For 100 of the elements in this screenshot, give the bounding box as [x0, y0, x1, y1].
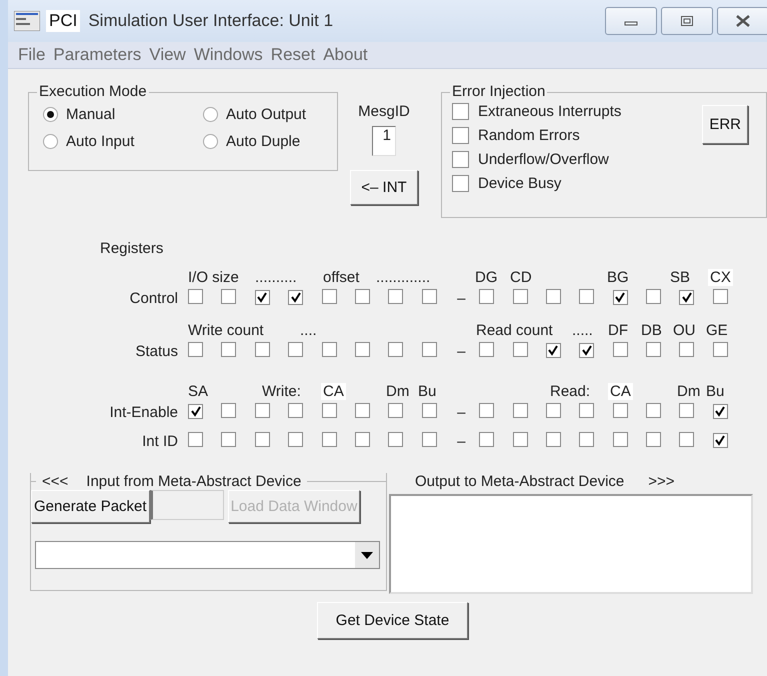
maximize-button[interactable] — [661, 7, 713, 35]
menu-item[interactable]: About — [323, 45, 368, 65]
bit-checkbox[interactable] — [712, 404, 728, 419]
bit-checkbox[interactable] — [546, 342, 561, 358]
bit-checkbox[interactable] — [388, 432, 404, 447]
bit-checkbox[interactable] — [679, 403, 694, 418]
bit-checkbox[interactable] — [546, 403, 561, 418]
output-text-area[interactable] — [389, 494, 753, 594]
menu-item[interactable]: Parameters — [53, 45, 142, 65]
bit-checkbox[interactable] — [512, 342, 528, 357]
bit-checkbox[interactable] — [422, 289, 437, 304]
bit-checkbox[interactable] — [646, 403, 662, 418]
bit-checkbox[interactable] — [579, 289, 594, 304]
bit-checkbox[interactable] — [254, 432, 270, 447]
int-button[interactable]: <– INT — [350, 170, 418, 205]
menu-item[interactable]: Reset — [270, 45, 316, 65]
mesg-id-field[interactable]: 1 — [372, 126, 396, 156]
radio-option[interactable]: Auto Duple — [203, 133, 343, 150]
bit-checkbox[interactable] — [322, 342, 337, 357]
bit-checkbox[interactable] — [221, 403, 236, 418]
bit-checkbox[interactable] — [612, 290, 628, 305]
bit-checkbox[interactable] — [579, 403, 594, 418]
bit-checkbox[interactable] — [612, 432, 628, 447]
bit-checkbox[interactable] — [354, 432, 370, 447]
bit-checkbox[interactable] — [612, 342, 628, 357]
bit-checkbox[interactable] — [479, 342, 494, 357]
dropdown-field[interactable] — [35, 541, 380, 569]
bit-checkbox[interactable] — [288, 290, 304, 305]
bit-checkbox[interactable] — [388, 342, 404, 357]
bit-checkbox[interactable] — [712, 289, 728, 304]
menu-item[interactable]: View — [149, 45, 186, 65]
bit-checkbox[interactable] — [188, 432, 203, 447]
minimize-button[interactable] — [605, 7, 657, 35]
bit-checkbox[interactable] — [479, 432, 494, 447]
bit-checkbox[interactable] — [646, 432, 662, 447]
checkbox-option[interactable]: Device Busy — [452, 175, 766, 192]
bit-label: BG — [607, 269, 629, 286]
bit-label: Dm — [386, 383, 410, 400]
get-device-state-button[interactable]: Get Device State — [316, 602, 468, 639]
bit-checkbox[interactable] — [388, 289, 404, 304]
bit-checkbox[interactable] — [254, 290, 270, 305]
bit-label: Write count — [188, 322, 264, 339]
bit-checkbox[interactable] — [646, 342, 662, 357]
register-name: Int ID — [141, 433, 179, 450]
menu-item[interactable]: File — [18, 45, 46, 65]
bit-checkbox[interactable] — [479, 289, 494, 304]
err-button[interactable]: ERR — [702, 105, 748, 144]
bit-checkbox[interactable] — [188, 404, 203, 419]
bit-checkbox[interactable] — [479, 403, 494, 418]
bit-checkbox[interactable] — [679, 342, 694, 357]
packet-field[interactable] — [150, 490, 224, 520]
bit-checkbox[interactable] — [188, 342, 203, 357]
bit-checkbox[interactable] — [422, 432, 437, 447]
close-button[interactable] — [717, 7, 767, 35]
bit-checkbox[interactable] — [712, 342, 728, 357]
bit-checkbox[interactable] — [254, 403, 270, 418]
bit-label: offset — [323, 269, 360, 286]
bit-checkbox[interactable] — [579, 342, 594, 358]
bit-checkbox[interactable] — [612, 403, 628, 418]
bit-checkbox[interactable] — [679, 290, 694, 305]
checkbox-option[interactable]: Underflow/Overflow — [452, 151, 766, 168]
bit-checkbox[interactable] — [422, 342, 437, 357]
menu-item[interactable]: Windows — [194, 45, 263, 65]
bit-checkbox[interactable] — [646, 289, 662, 304]
bit-checkbox[interactable] — [354, 342, 370, 357]
registers-title: Registers — [100, 240, 164, 257]
bit-checkbox[interactable] — [388, 403, 404, 418]
bit-checkbox[interactable] — [512, 432, 528, 447]
bit-label: I/O size — [188, 269, 239, 286]
bit-checkbox[interactable] — [221, 342, 236, 357]
radio-option[interactable]: Manual — [43, 106, 203, 123]
bit-checkbox[interactable] — [254, 342, 270, 357]
window-title: Simulation User Interface: Unit 1 — [88, 11, 334, 31]
arrows-label: <<< — [42, 473, 68, 490]
bit-checkbox[interactable] — [512, 289, 528, 304]
radio-option[interactable]: Auto Output — [203, 106, 343, 123]
generate-packet-button[interactable]: Generate Packet — [31, 490, 150, 523]
bit-checkbox[interactable] — [422, 403, 437, 418]
bit-checkbox[interactable] — [221, 289, 236, 304]
bit-checkbox[interactable] — [288, 403, 304, 418]
bit-checkbox[interactable] — [322, 289, 337, 304]
bit-checkbox[interactable] — [188, 289, 203, 304]
bit-checkbox[interactable] — [546, 289, 561, 304]
bit-checkbox[interactable] — [579, 432, 594, 447]
radio-option[interactable]: Auto Input — [43, 133, 203, 150]
bit-checkbox[interactable] — [512, 403, 528, 418]
bit-checkbox[interactable] — [354, 403, 370, 418]
bit-checkbox[interactable] — [288, 342, 304, 357]
bit-checkbox[interactable] — [354, 289, 370, 304]
bit-label: Bu — [706, 383, 724, 400]
bit-checkbox[interactable] — [712, 432, 728, 448]
bit-checkbox[interactable] — [322, 432, 337, 447]
bit-checkbox[interactable] — [221, 432, 236, 447]
bit-label: DG — [475, 269, 498, 286]
bit-checkbox[interactable] — [322, 403, 337, 418]
bit-label: GE — [706, 322, 728, 339]
bit-checkbox[interactable] — [288, 432, 304, 447]
bit-checkbox[interactable] — [546, 432, 561, 447]
bit-checkbox[interactable] — [679, 432, 694, 447]
bit-label: ..... — [572, 322, 593, 339]
